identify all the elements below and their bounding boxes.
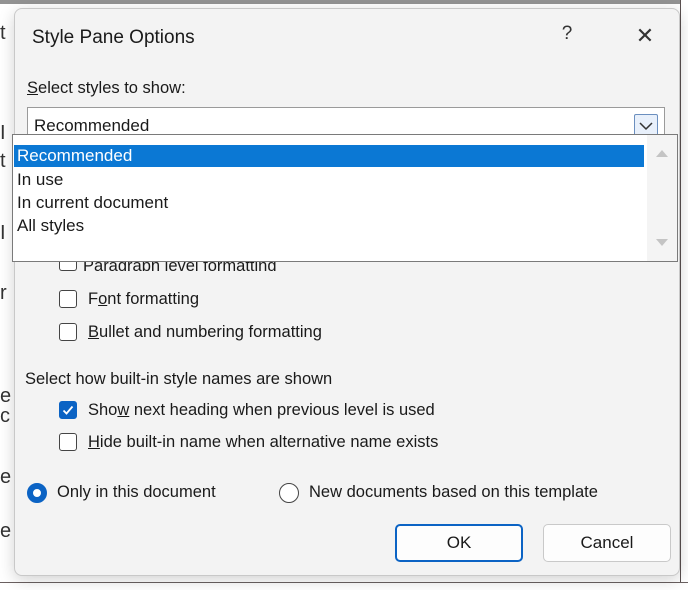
background-text-fragment: t	[0, 150, 6, 172]
document-edge-right	[680, 0, 688, 590]
close-button[interactable]: ✕	[629, 23, 661, 53]
font-accel: o	[98, 290, 108, 308]
font-label-text: nt formatting	[107, 290, 199, 308]
show-next-heading-label: Show next heading when previous level is…	[88, 401, 435, 420]
font-formatting-label: Font formatting	[88, 290, 199, 309]
bullet-numbering-label: Bullet and numbering formatting	[88, 323, 322, 342]
only-this-document-radio[interactable]	[27, 483, 47, 503]
dropdown-option-recommended[interactable]: Recommended	[14, 145, 644, 167]
hide-builtin-name-checkbox[interactable]	[59, 433, 77, 451]
checkmark-icon	[62, 405, 74, 415]
hide-builtin-text: ide built-in name when alternative name …	[99, 433, 439, 451]
chevron-down-icon	[639, 122, 653, 131]
ok-button[interactable]: OK	[395, 524, 523, 562]
select-styles-label: Select styles to show:	[27, 79, 186, 98]
new-documents-template-label: New documents based on this template	[309, 483, 598, 501]
background-text-fragment: I	[0, 222, 6, 244]
help-button[interactable]: ?	[555, 23, 579, 51]
new-documents-template-radio[interactable]	[279, 483, 299, 503]
bullet-accel: B	[88, 323, 100, 341]
hide-builtin-accel: H	[88, 433, 100, 451]
show-next-heading-checkbox[interactable]	[59, 401, 77, 419]
background-text-fragment: I	[0, 122, 6, 144]
document-edge-top	[0, 0, 688, 4]
only-this-document-label: Only in this document	[57, 483, 216, 501]
select-styles-label-text: elect styles to show:	[38, 79, 186, 97]
close-icon: ✕	[635, 23, 655, 48]
show-next-pre: Sho	[88, 401, 118, 419]
dropdown-option-all-styles[interactable]: All styles	[14, 215, 644, 237]
font-label-pre: F	[88, 290, 99, 308]
builtin-names-heading: Select how built-in style names are show…	[25, 370, 333, 388]
background-text-fragment: t	[0, 22, 6, 44]
hide-builtin-name-label: Hide built-in name when alternative name…	[88, 433, 438, 452]
dialog-title: Style Pane Options	[32, 27, 195, 48]
dropdown-scrollbar[interactable]	[647, 135, 677, 261]
bullet-label-text: ullet and numbering formatting	[99, 323, 322, 341]
bullet-numbering-checkbox[interactable]	[59, 323, 77, 341]
select-styles-value: Recommended	[34, 116, 150, 135]
background-text-fragment: e	[0, 520, 12, 542]
show-next-accel: w	[117, 401, 130, 419]
background-text-fragment: r	[0, 282, 7, 304]
select-styles-accel: S	[27, 79, 39, 97]
dropdown-option-in-use[interactable]: In use	[14, 169, 644, 191]
background-text-fragment: e	[0, 466, 12, 488]
style-pane-options-dialog: Style Pane Options ? ✕ Select styles to …	[14, 8, 680, 576]
styles-dropdown-list: Recommended In use In current document A…	[12, 134, 678, 262]
dropdown-option-in-current-document[interactable]: In current document	[14, 192, 644, 214]
font-formatting-checkbox[interactable]	[59, 290, 77, 308]
cancel-button[interactable]: Cancel	[543, 524, 671, 562]
show-next-text: next heading when previous level is used	[129, 401, 435, 419]
scroll-up-arrow-icon[interactable]	[656, 149, 668, 157]
scroll-down-arrow-icon[interactable]	[656, 239, 668, 247]
background-text-fragment: c	[0, 405, 10, 427]
document-edge-bottom	[0, 582, 688, 590]
